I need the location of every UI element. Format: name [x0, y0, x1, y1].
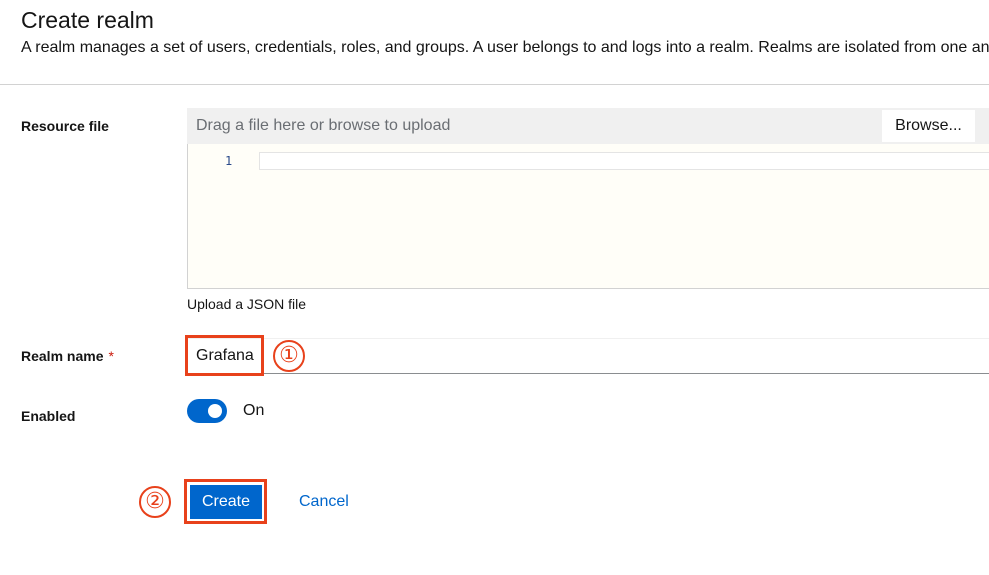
cancel-button[interactable]: Cancel — [299, 493, 349, 511]
required-marker: * — [108, 348, 114, 364]
realm-name-input[interactable]: Grafana — [187, 338, 989, 374]
create-button[interactable]: Create — [190, 485, 262, 519]
enabled-state-label: On — [243, 402, 265, 419]
resource-file-helper-text: Upload a JSON file — [187, 296, 307, 312]
page-header: Create realm A realm manages a set of us… — [0, 0, 989, 85]
line-number: 1 — [225, 154, 233, 168]
page-description: A realm manages a set of users, credenti… — [21, 39, 989, 56]
browse-button[interactable]: Browse... — [882, 110, 975, 142]
highlight-box-realm-name — [185, 335, 264, 376]
realm-name-label: Realm name * — [21, 348, 114, 364]
toggle-knob — [208, 404, 222, 418]
enabled-label: Enabled — [21, 408, 76, 424]
file-upload-placeholder: Drag a file here or browse to upload — [196, 117, 451, 134]
step-2-marker: ② — [139, 486, 171, 518]
realm-name-label-text: Realm name — [21, 348, 104, 364]
enabled-toggle[interactable] — [187, 399, 227, 423]
json-code-editor[interactable]: 1 — [187, 144, 989, 289]
step-1-marker: ① — [273, 340, 305, 372]
page-title: Create realm — [21, 7, 154, 33]
resource-file-label: Resource file — [21, 118, 109, 134]
editor-active-line[interactable] — [259, 152, 989, 170]
file-upload-dropzone[interactable]: Drag a file here or browse to upload Bro… — [187, 108, 989, 144]
